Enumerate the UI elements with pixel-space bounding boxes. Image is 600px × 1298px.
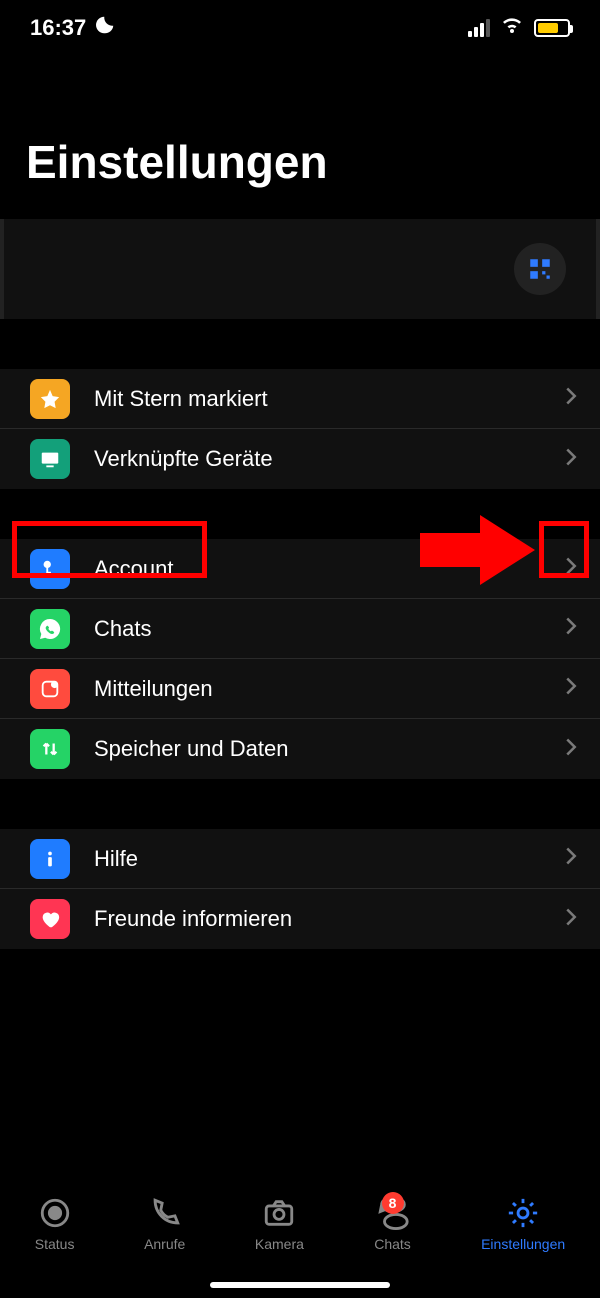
- row-storage-data[interactable]: Speicher und Daten: [0, 719, 600, 779]
- tab-status[interactable]: Status: [35, 1196, 75, 1252]
- row-label: Freunde informieren: [94, 906, 564, 932]
- settings-section-favorites: Mit Stern markiert Verknüpfte Geräte: [0, 369, 600, 489]
- notification-icon: [30, 669, 70, 709]
- key-icon: [30, 549, 70, 589]
- info-icon: [30, 839, 70, 879]
- chevron-right-icon: [564, 676, 578, 701]
- tab-calls[interactable]: Anrufe: [144, 1196, 185, 1252]
- home-indicator: [210, 1282, 390, 1288]
- tab-label: Kamera: [255, 1236, 304, 1252]
- status-right: [468, 13, 570, 42]
- row-label: Mitteilungen: [94, 676, 564, 702]
- row-label: Verknüpfte Geräte: [94, 446, 564, 472]
- row-label: Chats: [94, 616, 564, 642]
- camera-icon: [260, 1196, 298, 1230]
- status-time: 16:37: [30, 15, 86, 41]
- tab-settings[interactable]: Einstellungen: [481, 1196, 565, 1252]
- star-icon: [30, 379, 70, 419]
- row-linked-devices[interactable]: Verknüpfte Geräte: [0, 429, 600, 489]
- chevron-right-icon: [564, 907, 578, 932]
- tab-chats[interactable]: 8 Chats: [374, 1196, 412, 1252]
- row-label: Mit Stern markiert: [94, 386, 564, 412]
- tab-label: Anrufe: [144, 1236, 185, 1252]
- row-label: Account: [94, 556, 564, 582]
- whatsapp-icon: [30, 609, 70, 649]
- chevron-right-icon: [564, 447, 578, 472]
- row-label: Hilfe: [94, 846, 564, 872]
- cellular-signal-icon: [468, 19, 490, 37]
- heart-icon: [30, 899, 70, 939]
- tab-label: Status: [35, 1236, 75, 1252]
- row-tell-friend[interactable]: Freunde informieren: [0, 889, 600, 949]
- row-label: Speicher und Daten: [94, 736, 564, 762]
- row-chats[interactable]: Chats: [0, 599, 600, 659]
- dnd-moon-icon: [94, 14, 116, 42]
- battery-icon: [534, 19, 570, 37]
- settings-section-main: Account Chats Mitteilungen Speicher und …: [0, 539, 600, 779]
- status-bar: 16:37: [0, 0, 600, 55]
- page-header: Einstellungen: [0, 55, 600, 219]
- status-left: 16:37: [30, 14, 116, 42]
- gear-icon: [504, 1196, 542, 1230]
- arrows-icon: [30, 729, 70, 769]
- chevron-right-icon: [564, 737, 578, 762]
- profile-qr-row[interactable]: [0, 219, 600, 319]
- tab-label: Chats: [374, 1236, 411, 1252]
- tab-camera[interactable]: Kamera: [255, 1196, 304, 1252]
- tab-label: Einstellungen: [481, 1236, 565, 1252]
- wifi-icon: [500, 13, 524, 42]
- chevron-right-icon: [564, 846, 578, 871]
- status-icon: [36, 1196, 74, 1230]
- page-title: Einstellungen: [26, 135, 574, 189]
- row-help[interactable]: Hilfe: [0, 829, 600, 889]
- desktop-icon: [30, 439, 70, 479]
- row-notifications[interactable]: Mitteilungen: [0, 659, 600, 719]
- chevron-right-icon: [564, 386, 578, 411]
- chevron-right-icon: [564, 616, 578, 641]
- row-starred[interactable]: Mit Stern markiert: [0, 369, 600, 429]
- qr-code-button[interactable]: [514, 243, 566, 295]
- chevron-right-icon: [564, 556, 578, 581]
- settings-section-support: Hilfe Freunde informieren: [0, 829, 600, 949]
- phone-icon: [146, 1196, 184, 1230]
- row-account[interactable]: Account: [0, 539, 600, 599]
- chats-badge: 8: [382, 1192, 404, 1214]
